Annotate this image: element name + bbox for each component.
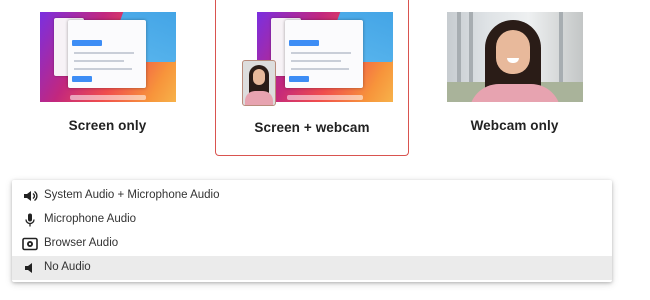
- webcam-thumbnail: [447, 12, 583, 102]
- speaker-loud-icon: [24, 190, 38, 202]
- browser-audio-icon: [22, 237, 38, 251]
- audio-option-label: Browser Audio: [44, 237, 119, 249]
- audio-option-label: No Audio: [44, 261, 91, 273]
- audio-option-browser[interactable]: Browser Audio: [12, 232, 612, 256]
- audio-option-system-mic[interactable]: System Audio + Microphone Audio: [12, 184, 612, 208]
- mode-webcam-only-card[interactable]: Webcam only: [432, 0, 597, 156]
- audio-option-none[interactable]: No Audio: [12, 256, 612, 280]
- microphone-icon: [25, 213, 35, 227]
- audio-option-label: Microphone Audio: [44, 213, 137, 225]
- mode-label: Webcam only: [470, 118, 559, 133]
- mode-screen-only-card[interactable]: Screen only: [25, 0, 190, 156]
- speaker-icon: [25, 263, 32, 273]
- mode-label: Screen only: [68, 118, 147, 133]
- webcam-pip-thumbnail: [242, 60, 276, 106]
- audio-option-microphone[interactable]: Microphone Audio: [12, 208, 612, 232]
- audio-source-menu: System Audio + Microphone Audio Micropho…: [12, 180, 612, 282]
- screen-thumbnail: [40, 12, 176, 102]
- audio-option-label: System Audio + Microphone Audio: [44, 189, 220, 201]
- mode-label: Screen + webcam: [254, 120, 370, 135]
- screen-thumbnail: [257, 12, 393, 102]
